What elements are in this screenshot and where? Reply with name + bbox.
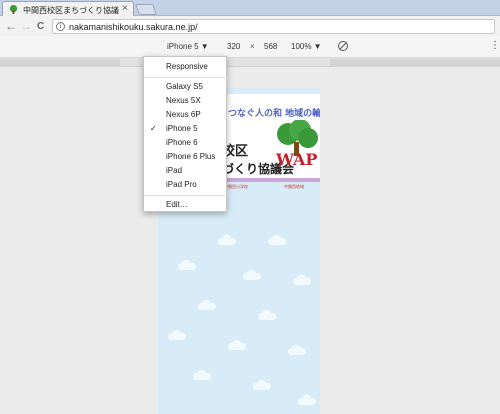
menu-item-galaxy-s5[interactable]: Galaxy S5 — [144, 80, 228, 94]
menu-item-ipad[interactable]: iPad — [144, 164, 228, 178]
media-query-bar[interactable] — [0, 58, 500, 67]
banner-strip — [218, 178, 320, 182]
dimension-separator: × — [250, 42, 255, 51]
reload-icon[interactable]: C — [37, 20, 44, 34]
cloud-decoration — [253, 380, 271, 390]
menu-divider — [144, 195, 228, 196]
cloud-decoration — [288, 345, 306, 355]
rotate-icon[interactable] — [337, 40, 349, 52]
menu-item-label: iPhone 6 — [166, 138, 198, 147]
area-link[interactable]: 中間西地域 — [284, 184, 304, 190]
tab-strip: 中間西校区まちづくり協議会 × — [0, 0, 500, 17]
menu-item-label: iPhone 5 — [166, 124, 198, 133]
url-text[interactable]: nakamanishikouku.sakura.ne.jp/ — [69, 21, 198, 33]
menu-item-label: Edit… — [166, 200, 188, 209]
menu-item-label: iPad Pro — [166, 180, 197, 189]
cloud-decoration — [298, 395, 316, 405]
wap-logo-text: WAP — [276, 150, 318, 169]
media-query-segment[interactable] — [330, 59, 500, 66]
cloud-decoration — [193, 370, 211, 380]
menu-item-label: Nexus 6P — [166, 110, 201, 119]
menu-item-nexus-5x[interactable]: Nexus 5X — [144, 94, 228, 108]
info-icon[interactable]: i — [56, 22, 65, 31]
menu-item-iphone-6-plus[interactable]: iPhone 6 Plus — [144, 150, 228, 164]
cloud-decoration — [198, 300, 216, 310]
cloud-decoration — [168, 330, 186, 340]
menu-item-nexus-6p[interactable]: Nexus 6P — [144, 108, 228, 122]
menu-item-label: iPad — [166, 166, 183, 175]
tree-icon — [9, 5, 18, 14]
width-input[interactable]: 320 — [227, 42, 240, 51]
cloud-decoration — [293, 275, 311, 285]
cloud-decoration — [178, 260, 196, 270]
cloud-decoration — [218, 235, 236, 245]
forward-icon[interactable]: → — [20, 19, 32, 33]
cloud-decoration — [228, 340, 246, 350]
menu-item-iphone-5[interactable]: ✓ iPhone 5 — [144, 122, 228, 136]
menu-item-label: Responsive — [166, 62, 208, 71]
new-tab-button[interactable] — [134, 4, 158, 15]
tab-title: 中間西校区まちづくり協議会 — [23, 6, 119, 15]
menu-item-edit[interactable]: Edit… — [144, 198, 228, 212]
address-toolbar: ← → C i nakamanishikouku.sakura.ne.jp/ — [0, 16, 500, 36]
menu-item-ipad-pro[interactable]: iPad Pro — [144, 178, 228, 192]
zoom-select[interactable]: 100% ▼ — [291, 42, 322, 51]
back-icon[interactable]: ← — [5, 19, 17, 33]
close-tab-icon[interactable]: × — [122, 3, 128, 15]
site-tagline: つなぐ人の和 地域の輪 — [228, 109, 320, 119]
more-options-icon[interactable]: ⋮ — [490, 41, 500, 51]
media-query-segment[interactable] — [0, 59, 120, 66]
height-input[interactable]: 568 — [264, 42, 277, 51]
cloud-decoration — [268, 235, 286, 245]
menu-item-label: iPhone 6 Plus — [166, 152, 216, 161]
device-dropdown-menu: Responsive Galaxy S5 Nexus 5X Nexus 6P ✓… — [143, 56, 228, 212]
cloud-decoration — [243, 270, 261, 280]
browser-tab[interactable]: 中間西校区まちづくり協議会 × — [2, 1, 134, 17]
cloud-decoration — [258, 310, 276, 320]
menu-item-label: Galaxy S5 — [166, 82, 203, 91]
address-bar[interactable]: i nakamanishikouku.sakura.ne.jp/ — [52, 19, 495, 34]
device-toolbar: iPhone 5 ▼ 320 × 568 100% ▼ ⋮ — [0, 36, 500, 58]
device-select[interactable]: iPhone 5 ▼ — [167, 42, 209, 51]
check-icon: ✓ — [150, 124, 157, 133]
menu-item-responsive[interactable]: Responsive — [144, 60, 228, 74]
menu-item-iphone-6[interactable]: iPhone 6 — [144, 136, 228, 150]
menu-divider — [144, 77, 228, 78]
menu-item-label: Nexus 5X — [166, 96, 201, 105]
